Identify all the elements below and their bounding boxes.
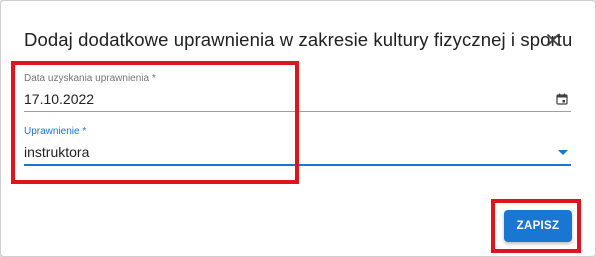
dialog-title: Dodaj dodatkowe uprawnienia w zakresie k… [24,29,573,50]
calendar-icon[interactable] [556,93,568,105]
save-button-highlight-box [491,199,581,253]
fields-highlight-box [11,61,299,184]
close-icon [547,34,559,46]
close-button[interactable] [543,30,563,50]
chevron-down-icon[interactable] [558,150,568,156]
